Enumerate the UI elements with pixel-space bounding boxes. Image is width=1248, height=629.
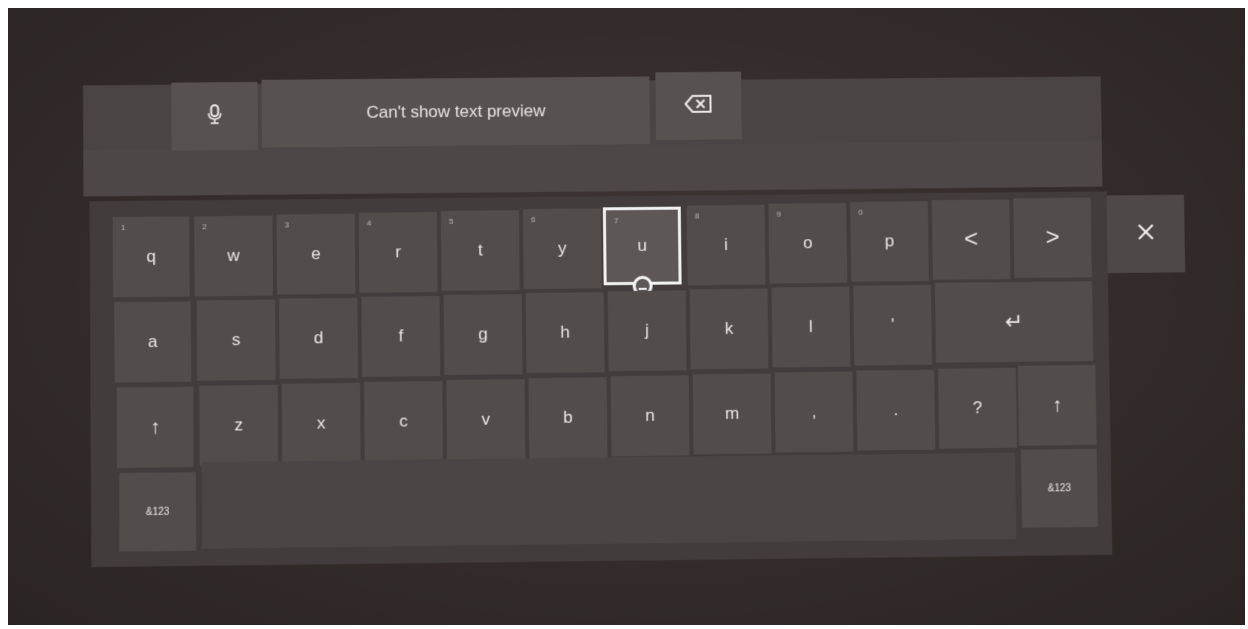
key-number-hint: 6	[530, 215, 536, 225]
key-label: b	[563, 407, 573, 427]
cursor-left-key[interactable]: <	[931, 199, 1011, 280]
key-period[interactable]: .	[856, 369, 936, 451]
key-j[interactable]: j	[607, 290, 687, 372]
key-r[interactable]: 4 r	[358, 211, 438, 293]
key-apostrophe[interactable]: '	[853, 284, 933, 366]
key-w[interactable]: 2 w	[194, 215, 274, 297]
key-d[interactable]: d	[279, 297, 359, 379]
space-key[interactable]	[201, 452, 1017, 549]
key-label: f	[398, 326, 404, 346]
chevron-left-icon: <	[963, 225, 979, 253]
key-l[interactable]: l	[771, 286, 851, 368]
key-label: m	[724, 403, 740, 424]
key-label: .	[893, 400, 899, 420]
symbols-left-key[interactable]: &123	[119, 472, 197, 552]
key-t[interactable]: 5 t	[440, 210, 520, 291]
symbols-right-key[interactable]: &123	[1020, 448, 1098, 528]
key-label: w	[227, 245, 240, 266]
key-h[interactable]: h	[525, 292, 605, 374]
key-label: ,	[811, 401, 817, 422]
key-label: &123	[1047, 482, 1072, 494]
key-label: c	[399, 411, 408, 431]
key-label: '	[890, 315, 895, 335]
key-e[interactable]: 3 e	[276, 213, 356, 295]
key-label: g	[478, 324, 488, 344]
key-b[interactable]: b	[528, 377, 608, 459]
key-label: y	[557, 238, 567, 258]
key-label: s	[231, 330, 241, 350]
key-label: u	[637, 235, 648, 255]
shift-icon: ↑	[150, 415, 161, 438]
key-label: &123	[145, 506, 170, 518]
key-k[interactable]: k	[689, 288, 769, 370]
close-icon	[1136, 222, 1156, 246]
key-z[interactable]: z	[199, 384, 279, 467]
backspace-icon	[684, 95, 712, 117]
key-i[interactable]: 8 i	[686, 204, 766, 286]
key-label: h	[560, 322, 570, 342]
close-keyboard-button[interactable]	[1106, 194, 1186, 274]
key-s[interactable]: s	[196, 299, 276, 381]
shift-icon: ↑	[1051, 393, 1063, 416]
microphone-icon	[207, 104, 222, 128]
key-number-hint: 4	[366, 218, 372, 228]
backspace-button[interactable]	[655, 71, 742, 141]
text-preview: Can't show text preview	[261, 76, 651, 148]
cursor-right-key[interactable]: >	[1013, 197, 1092, 279]
key-number-hint: 8	[694, 211, 700, 221]
key-y[interactable]: 6 y	[522, 208, 602, 290]
vr-scene: Can't show text preview 1 q 2 w 3 e 4 r …	[8, 8, 1245, 625]
key-o[interactable]: 9 o	[768, 203, 848, 284]
key-label: r	[395, 242, 402, 262]
key-q[interactable]: 1 q	[112, 216, 190, 298]
key-label: q	[146, 246, 157, 266]
key-u[interactable]: 7 u	[602, 206, 682, 296]
key-number-hint: 1	[120, 223, 126, 233]
enter-key[interactable]: ↵	[934, 281, 1094, 363]
key-f[interactable]: f	[361, 295, 441, 377]
key-c[interactable]: c	[364, 381, 444, 463]
key-number-hint: 9	[776, 209, 782, 219]
key-label: k	[724, 318, 734, 338]
key-a[interactable]: a	[114, 301, 192, 383]
dictation-button[interactable]	[171, 81, 259, 151]
key-number-hint: 0	[858, 207, 863, 217]
keyboard-panel: Can't show text preview 1 q 2 w 3 e 4 r …	[8, 8, 1245, 625]
key-v[interactable]: v	[446, 379, 526, 461]
key-x[interactable]: x	[281, 382, 361, 465]
key-label: j	[645, 320, 650, 340]
key-g[interactable]: g	[443, 294, 523, 376]
text-preview-label: Can't show text preview	[366, 101, 546, 122]
key-question[interactable]: ?	[938, 367, 1017, 449]
key-label: n	[645, 405, 655, 425]
key-label: p	[884, 231, 895, 251]
key-label: o	[803, 233, 813, 253]
key-n[interactable]: n	[610, 375, 690, 457]
key-number-hint: 2	[202, 222, 207, 232]
key-label: t	[477, 240, 483, 260]
enter-icon: ↵	[1004, 308, 1024, 334]
key-number-hint: 5	[448, 216, 454, 226]
key-label: d	[313, 328, 324, 348]
key-m[interactable]: m	[692, 373, 772, 455]
key-label: l	[808, 317, 813, 337]
chevron-right-icon: >	[1045, 223, 1060, 251]
key-label: z	[234, 415, 244, 435]
key-label: a	[147, 331, 158, 352]
key-label: v	[481, 409, 491, 429]
key-number-hint: 3	[284, 220, 290, 230]
key-label: x	[316, 413, 326, 433]
shift-left-key[interactable]: ↑	[116, 386, 194, 469]
key-label: e	[311, 244, 321, 264]
key-label: ?	[972, 398, 983, 418]
key-number-hint: 7	[613, 216, 619, 226]
shift-right-key[interactable]: ↑	[1017, 364, 1097, 446]
key-label: i	[724, 235, 729, 255]
key-p[interactable]: 0 p	[850, 201, 929, 282]
key-comma[interactable]: ,	[774, 371, 854, 453]
